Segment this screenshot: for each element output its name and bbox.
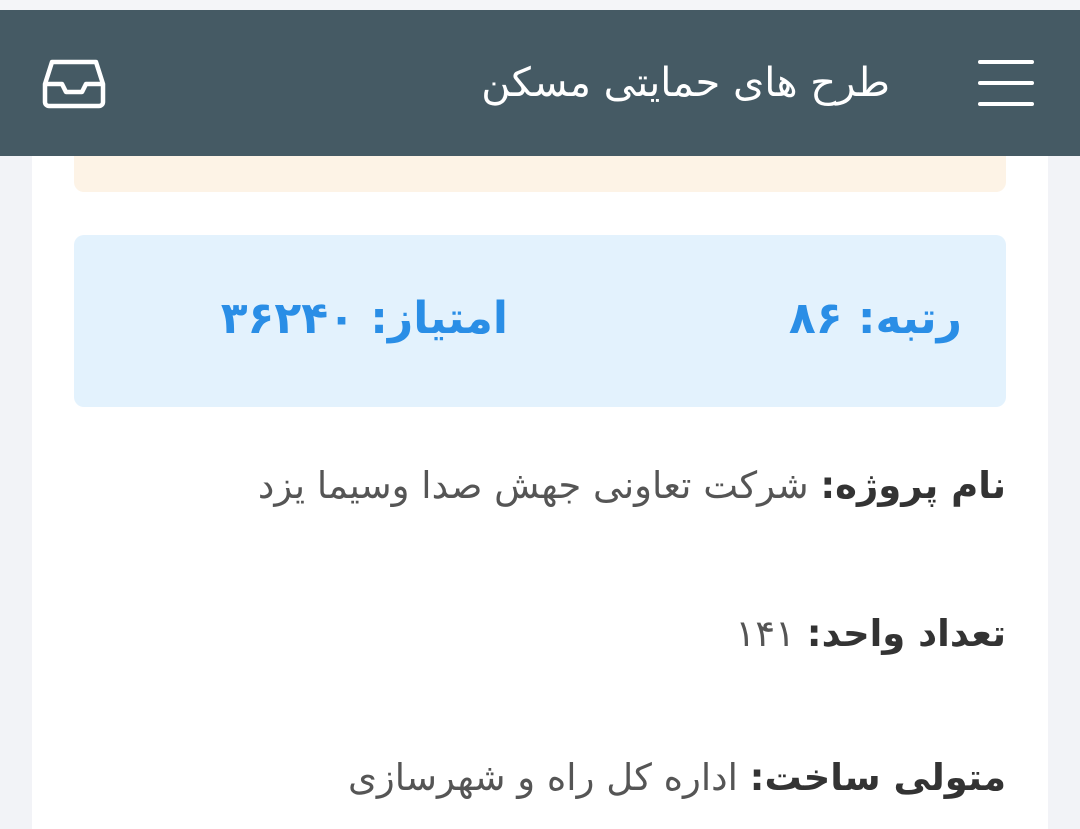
status-bar-strip	[0, 0, 1080, 10]
inbox-icon[interactable]	[42, 56, 106, 110]
builder-value: اداره کل راه و شهرسازی	[347, 756, 738, 799]
page-title: طرح های حمایتی مسکن	[481, 60, 890, 106]
hamburger-menu-icon[interactable]	[978, 60, 1034, 106]
rank-label: رتبه:	[857, 293, 962, 344]
points-value: ۳۶۲۴۰	[220, 293, 355, 344]
score-box: رتبه: ۸۶ امتیاز: ۳۶۲۴۰	[74, 235, 1006, 407]
notice-box	[74, 156, 1006, 192]
unit-count-label: تعداد واحد:	[806, 612, 1006, 655]
points-display: امتیاز: ۳۶۲۴۰	[221, 293, 508, 344]
points-label: امتیاز:	[370, 293, 508, 344]
unit-count-row: تعداد واحد: ۱۴۱	[735, 612, 1006, 655]
app-header: طرح های حمایتی مسکن	[0, 10, 1080, 156]
project-name-label: نام پروژه:	[820, 464, 1006, 507]
rank-value: ۸۶	[788, 293, 843, 344]
unit-count-value: ۱۴۱	[735, 612, 796, 655]
project-name-value: شرکت تعاونی جهش صدا وسیما یزد	[257, 464, 809, 507]
plan-card: رتبه: ۸۶ امتیاز: ۳۶۲۴۰ نام پروژه: شرکت ت…	[32, 156, 1048, 829]
builder-row: متولی ساخت: اداره کل راه و شهرسازی	[348, 756, 1006, 799]
builder-label: متولی ساخت:	[749, 756, 1006, 799]
rank-display: رتبه: ۸۶	[789, 293, 962, 344]
project-name-row: نام پروژه: شرکت تعاونی جهش صدا وسیما یزد	[258, 464, 1006, 507]
